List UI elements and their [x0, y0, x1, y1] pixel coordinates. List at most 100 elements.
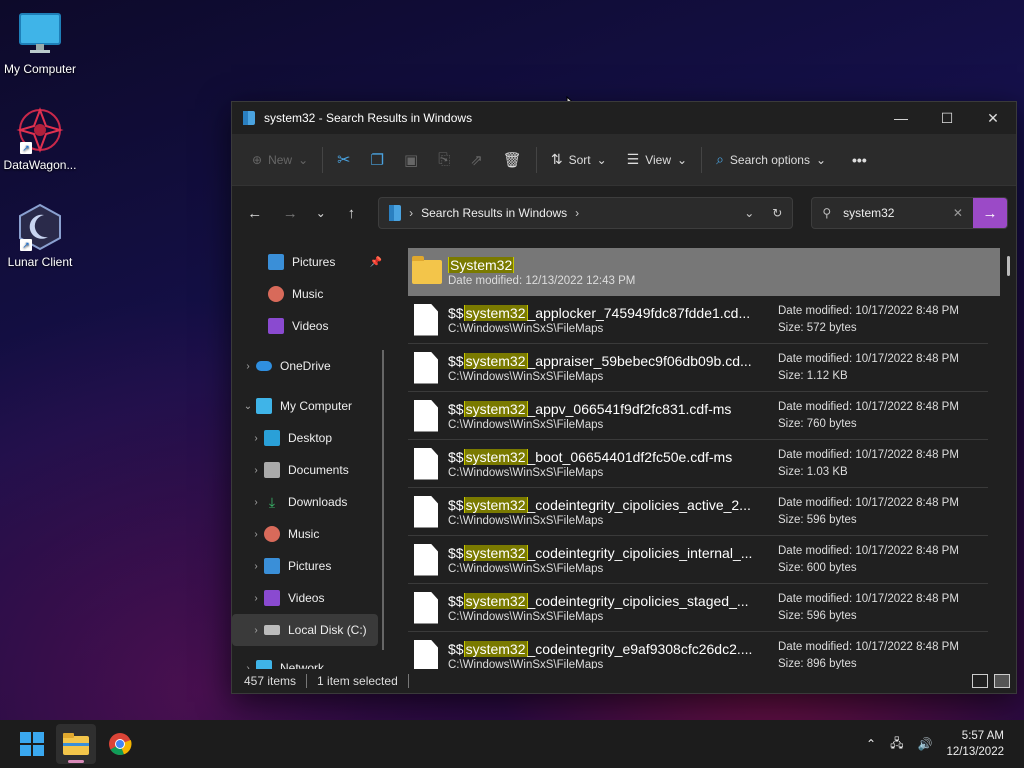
cloud-icon [256, 361, 272, 371]
taskbar-chrome[interactable] [100, 724, 140, 764]
sidebar-item-videos-pinned[interactable]: Videos [232, 310, 392, 342]
result-size: Size: 896 bytes [778, 657, 857, 670]
search-go-button[interactable]: → [972, 198, 1007, 228]
result-name-suffix: _appv_066541f9df2fc831.cdf-ms [527, 400, 732, 417]
address-bar[interactable]: › Search Results in Windows › ⌄ ↻ [378, 197, 794, 229]
result-path: C:\Windows\WinSxS\FileMaps [448, 418, 604, 431]
result-row-folder[interactable]: System32 Date modified: 12/13/2022 12:43… [408, 248, 1000, 296]
copy-button[interactable]: ❐ [361, 143, 394, 177]
sidebar-item-pictures[interactable]: › Pictures [232, 550, 392, 582]
sidebar-item-onedrive[interactable]: › OneDrive [232, 350, 392, 382]
sidebar-item-desktop[interactable]: › Desktop [232, 422, 392, 454]
chevron-right-icon[interactable]: › [248, 593, 264, 604]
start-button[interactable] [12, 724, 52, 764]
chevron-right-icon[interactable]: › [248, 561, 264, 572]
taskbar-file-explorer[interactable] [56, 724, 96, 764]
close-button[interactable]: ✕ [970, 102, 1016, 134]
address-history-button[interactable]: ⌄ [744, 206, 754, 220]
new-button[interactable]: ⊕ New ⌄ [242, 143, 318, 177]
sidebar-item-documents[interactable]: › Documents [232, 454, 392, 486]
sidebar-item-music[interactable]: › Music [232, 518, 392, 550]
title-bar[interactable]: system32 - Search Results in Windows — ☐… [232, 102, 1016, 134]
forward-button[interactable]: → [275, 198, 304, 228]
sidebar-item-pictures-pinned[interactable]: Pictures 📌 [232, 246, 392, 278]
folder-icon [412, 256, 442, 284]
chevron-right-icon[interactable]: › [248, 497, 264, 508]
result-row[interactable]: $$ system32 _codeintegrity_cipolicies_inte… [408, 536, 988, 584]
sidebar-scrollbar[interactable] [382, 350, 384, 650]
desktop-icon-label: DataWagon... [3, 158, 77, 172]
result-row[interactable]: $$ system32 _boot_06654401df2fc50e.cdf-ms C… [408, 440, 988, 488]
result-row[interactable]: $$ system32 _applocker_745949fdc87fdde1.cd… [408, 296, 988, 344]
details-view-button[interactable] [972, 674, 988, 688]
delete-button[interactable]: 🗑 [493, 143, 532, 177]
shortcut-arrow-icon: ↗ [20, 142, 32, 154]
desktop-icon-datawagon[interactable]: ↗ DataWagon... [0, 106, 80, 172]
monitor-icon [256, 398, 272, 414]
videos-icon [268, 318, 284, 334]
desktop-icon-lunar-client[interactable]: ↗ Lunar Client [0, 203, 80, 269]
new-button-label: New [268, 152, 293, 167]
refresh-button[interactable]: ↻ [772, 206, 782, 220]
chevron-right-icon[interactable]: › [248, 625, 264, 636]
minimize-button[interactable]: — [878, 102, 924, 134]
sidebar-item-videos[interactable]: › Videos [232, 582, 392, 614]
sidebar-item-label: Pictures [288, 559, 332, 573]
share-button[interactable]: ⇗ [460, 143, 493, 177]
desktop-icon [264, 430, 280, 446]
arrow-right-icon: → [982, 204, 998, 222]
result-row[interactable]: $$ system32 _appraiser_59bebec9f06db09b.cd… [408, 344, 988, 392]
breadcrumb[interactable]: Search Results in Windows [421, 206, 567, 220]
explorer-app-icon [243, 111, 255, 125]
music-icon [264, 526, 280, 542]
result-row[interactable]: $$ system32 _codeintegrity_cipolicies_acti… [408, 488, 988, 536]
results-scrollbar[interactable] [1007, 256, 1010, 276]
chevron-right-icon[interactable]: › [248, 465, 264, 476]
paste-button[interactable]: ▣ [394, 143, 428, 177]
sidebar-item-network[interactable]: › Network [232, 652, 392, 669]
view-button[interactable]: ☰ View ⌄ [617, 143, 697, 177]
result-row[interactable]: $$ system32 _codeintegrity_cipolicies_stag… [408, 584, 988, 632]
cut-button[interactable]: ✂ [327, 143, 360, 177]
trash-icon: 🗑 [502, 151, 522, 169]
sidebar-item-downloads[interactable]: › ⤓ Downloads [232, 486, 392, 518]
sidebar-item-label: Pictures [292, 255, 336, 269]
show-hidden-icons-button[interactable]: ⌃ [866, 737, 876, 751]
chevron-right-icon[interactable]: › [248, 529, 264, 540]
sidebar-item-my-computer[interactable]: ⌄ My Computer [232, 390, 392, 422]
file-icon [414, 639, 438, 669]
result-size: Size: 572 bytes [778, 321, 857, 334]
result-name: $$ system32 _codeintegrity_cipolicies_acti… [448, 496, 766, 513]
chevron-right-icon[interactable]: › [240, 361, 256, 372]
clock-date: 12/13/2022 [946, 746, 1004, 758]
file-icon [414, 399, 438, 432]
clock[interactable]: 5:57 AM 12/13/2022 [946, 728, 1004, 760]
chevron-down-icon[interactable]: ⌄ [240, 401, 256, 412]
chevron-right-icon[interactable]: › [248, 433, 264, 444]
search-query: system32 [843, 206, 895, 220]
sort-button[interactable]: ⇅ Sort ⌄ [541, 143, 617, 177]
result-row[interactable]: $$ system32 _codeintegrity_e9af9308cfc26dc… [408, 632, 988, 669]
recent-locations-button[interactable]: ⌄ [311, 198, 331, 228]
sidebar-item-label: Music [292, 287, 324, 301]
desktop-icon-my-computer[interactable]: My Computer [0, 10, 80, 76]
volume-icon[interactable]: 🔊 [917, 737, 932, 751]
search-options-icon: ⌕ [716, 151, 724, 167]
system-tray: ⌃ 🖧 🔊 5:57 AM 12/13/2022 [866, 728, 1024, 760]
result-row[interactable]: $$ system32 _appv_066541f9df2fc831.cdf-ms C… [408, 392, 988, 440]
search-highlight: system32 [463, 304, 528, 321]
clear-search-button[interactable]: ✕ [953, 206, 963, 220]
search-highlight: system32 [463, 640, 528, 657]
tiles-view-button[interactable] [994, 674, 1010, 688]
up-button[interactable]: ↑ [337, 198, 366, 228]
search-options-button[interactable]: ⌕ Search options ⌄ [706, 143, 836, 177]
search-input[interactable]: ⚲ system32 ✕ [812, 198, 973, 228]
maximize-button[interactable]: ☐ [924, 102, 970, 134]
network-icon[interactable]: 🖧 [890, 734, 903, 755]
back-button[interactable]: ← [240, 198, 269, 228]
sidebar-item-local-disk[interactable]: › Local Disk (C:) [232, 614, 378, 646]
rename-button[interactable]: ⎘ [428, 143, 460, 177]
sidebar-item-music-pinned[interactable]: Music [232, 278, 392, 310]
file-explorer-window: system32 - Search Results in Windows — ☐… [231, 101, 1017, 694]
more-options-button[interactable]: ••• [842, 143, 877, 177]
